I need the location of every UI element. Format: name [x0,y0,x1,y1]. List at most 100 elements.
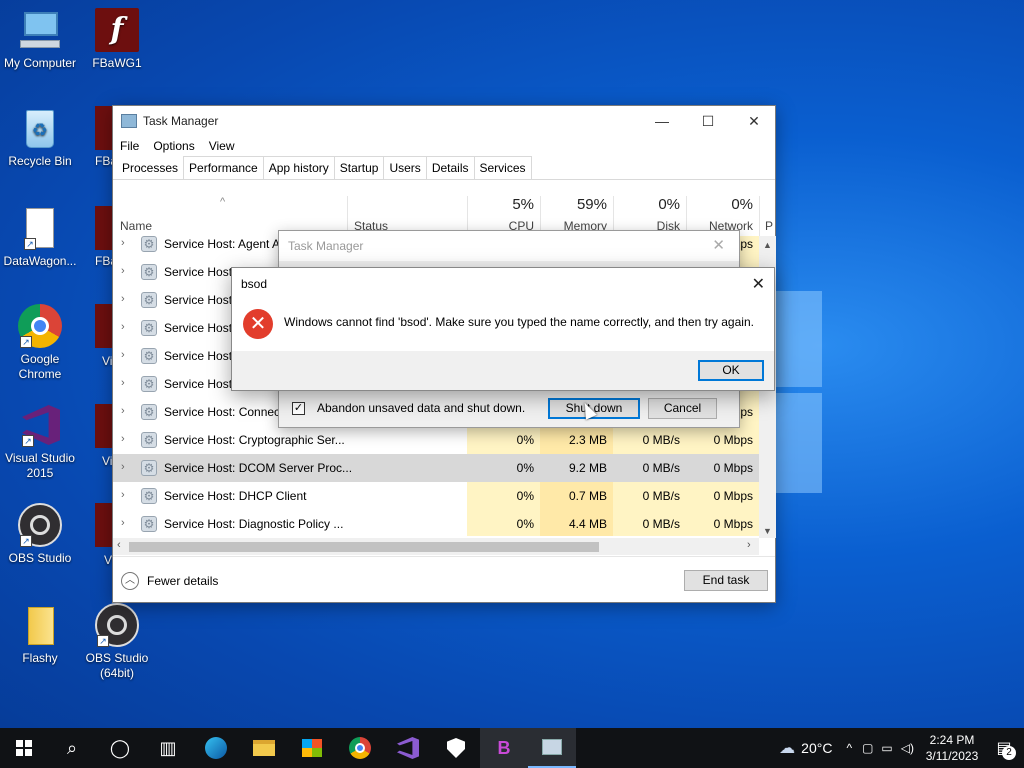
obs-icon: ↗ [18,503,62,547]
desktop-icon-partial-label: V [104,553,112,567]
menu-view[interactable]: View [209,139,235,153]
chrome-icon[interactable] [336,728,384,768]
end-task-button[interactable]: End task [684,570,768,591]
abandon-data-label: Abandon unsaved data and shut down. [317,401,526,415]
desktop-icon-partial-label: Vi [102,354,112,368]
minimize-icon[interactable]: — [639,106,685,136]
chevron-right-icon[interactable]: › [121,265,125,277]
clock[interactable]: 2:24 PM 3/11/2023 [920,732,984,764]
table-row[interactable]: › ⚙ Service Host: Diagnostic Policy ... … [113,510,759,536]
table-row[interactable]: › ⚙ Service Host: Cryptographic Ser... 0… [113,426,759,454]
gear-icon: ⚙ [141,404,157,420]
weather-temp[interactable]: 20°C [801,740,832,756]
chevron-right-icon[interactable]: › [121,433,125,445]
desktop-icon-visual-studio[interactable]: ↗ Visual Studio 2015 [0,403,80,481]
app-b-icon[interactable]: B [480,728,528,768]
task-manager-icon[interactable] [528,728,576,768]
scroll-right-icon[interactable]: › [747,539,751,551]
desktop-icon-datawagon[interactable]: ↗ DataWagon... [0,206,80,269]
gear-icon: ⚙ [141,264,157,280]
cortana-icon[interactable]: ◯ [96,728,144,768]
folder-icon [18,603,62,647]
scroll-up-icon[interactable]: ▲ [759,240,776,250]
gear-icon: ⚙ [141,320,157,336]
gear-icon: ⚙ [141,516,157,532]
chevron-right-icon[interactable]: › [121,237,125,249]
tab-performance[interactable]: Performance [183,156,264,179]
table-row[interactable]: › ⚙ Service Host: DHCP Client 0% 0.7 MB … [113,482,759,510]
edge-icon[interactable] [192,728,240,768]
scroll-left-icon[interactable]: ‹ [117,539,121,551]
gear-icon: ⚙ [141,432,157,448]
menu-options[interactable]: Options [153,139,194,153]
chevron-right-icon[interactable]: › [121,461,125,473]
desktop-icon-recycle-bin[interactable]: ♻ Recycle Bin [0,106,80,169]
close-icon[interactable]: ✕ [752,274,765,294]
horizontal-scroll-thumb[interactable] [129,542,599,552]
chevron-right-icon[interactable]: › [121,489,125,501]
column-power[interactable]: P [765,219,775,233]
sort-chevron-up-icon: ^ [220,196,226,208]
recycle-bin-icon: ♻ [18,106,62,150]
scroll-down-icon[interactable]: ▼ [759,526,776,536]
notification-center-icon[interactable]: ▤ 2 [984,728,1024,768]
chevron-right-icon[interactable]: › [121,349,125,361]
fewer-details-button[interactable]: ︿ Fewer details [121,572,218,590]
desktop-icon-google-chrome[interactable]: ↗ Google Chrome [0,304,80,382]
chevron-right-icon[interactable]: › [121,321,125,333]
desktop-icon-my-computer[interactable]: My Computer [0,8,80,71]
tab-app-history[interactable]: App history [262,156,335,179]
tab-processes[interactable]: Processes [116,156,185,179]
security-shield-icon[interactable] [432,728,480,768]
start-button[interactable] [0,728,48,768]
close-icon[interactable]: ✕ [731,106,777,136]
flash-icon [95,106,112,150]
table-row-selected[interactable]: › ⚙ Service Host: DCOM Server Proc... 0%… [113,454,759,482]
chevron-up-icon[interactable]: ^ [846,741,852,755]
gear-icon: ⚙ [141,488,157,504]
menu-file[interactable]: File [120,139,139,153]
memory-total: 59% [576,196,607,213]
chevron-right-icon[interactable]: › [121,405,125,417]
clock-time: 2:24 PM [929,733,975,747]
chevron-right-icon[interactable]: › [121,377,125,389]
desktop-icon-flashy[interactable]: Flashy [0,603,80,666]
tab-services[interactable]: Services [473,156,532,179]
desktop-icon-obs-studio-64bit[interactable]: ↗ OBS Studio (64bit) [77,603,157,681]
close-icon[interactable]: ✕ [712,236,725,254]
tab-users[interactable]: Users [383,156,427,179]
maximize-icon[interactable]: ☐ [685,106,731,136]
error-message: Windows cannot find 'bsod'. Make sure yo… [284,315,754,329]
chevron-right-icon[interactable]: › [121,517,125,529]
store-icon[interactable] [288,728,336,768]
volume-icon[interactable]: ◁) [901,741,914,755]
desktop-icon-fbawg1[interactable]: f FBaWG1 [77,8,157,71]
window-title: Task Manager [143,114,219,128]
file-explorer-icon[interactable] [240,728,288,768]
dialog-title: bsod [241,277,268,291]
cancel-button[interactable]: Cancel [648,398,717,419]
dialog-footer: OK [232,351,774,390]
search-icon[interactable]: ⌕ [48,728,96,768]
tab-strip: Processes Performance App history Startu… [113,156,775,180]
abandon-data-checkbox-row[interactable]: ✓ Abandon unsaved data and shut down. [292,401,525,415]
horizontal-scrollbar[interactable]: ‹ › [113,538,759,555]
desktop-icon-obs-studio[interactable]: ↗ OBS Studio [0,503,80,566]
task-manager-titlebar[interactable]: Task Manager — ☐ ✕ [113,106,775,136]
chevron-right-icon[interactable]: › [121,293,125,305]
column-name[interactable]: Name [120,219,152,233]
flash-icon [95,404,112,448]
ok-button[interactable]: OK [698,360,764,381]
taskbar: ⌕ ◯ ▥ B ☁ 20°C ^ ▢ ▭ ◁) 2:24 PM 3/11/202… [0,728,1024,768]
tablet-icon[interactable]: ▢ [862,741,873,755]
tab-details[interactable]: Details [425,156,475,179]
weather-cloud-icon[interactable]: ☁ [779,738,795,758]
visual-studio-icon[interactable] [384,728,432,768]
gear-icon: ⚙ [141,460,157,476]
abandon-data-checkbox[interactable]: ✓ [292,401,305,415]
network-icon[interactable]: ▭ [881,741,892,755]
tab-startup[interactable]: Startup [333,156,385,179]
task-view-icon[interactable]: ▥ [144,728,192,768]
dialog-title: Task Manager [279,231,739,261]
visual-studio-icon: ↗ [18,403,62,447]
